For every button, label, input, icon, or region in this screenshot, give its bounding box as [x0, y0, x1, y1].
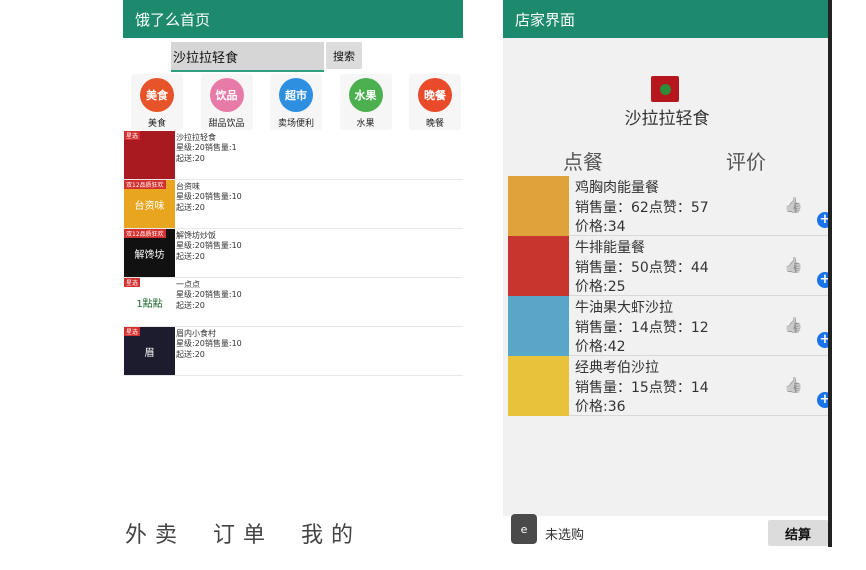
list-item[interactable]: 解馋坊 双12品质狂欢 解馋坊炒饭 星级:20销售量:10 起送:20: [123, 229, 463, 278]
dish-stats: 销售量：14点赞：12: [575, 320, 709, 336]
thumbs-up-icon[interactable]: 👍: [784, 256, 803, 274]
dish-name: 鸡胸肉能量餐: [575, 180, 659, 196]
dish-image: [508, 236, 569, 296]
shop-tag: 星选: [124, 327, 141, 336]
dish-image: [508, 296, 569, 356]
category-item[interactable]: 晚餐 晚餐: [409, 74, 461, 130]
category-icon: 晚餐: [418, 78, 452, 112]
page-title: 饿了么首页: [135, 10, 211, 29]
nav-mine[interactable]: 我的: [301, 517, 361, 547]
category-label: 水果: [356, 119, 375, 129]
shop-tag: 双12品质狂欢: [124, 180, 166, 189]
cart-bar: e 未选购 结算: [503, 514, 831, 547]
shop-min: 起送:20: [176, 154, 205, 163]
shop-tag: 星选: [124, 131, 141, 140]
category-label: 甜品饮品: [208, 119, 245, 129]
nav-takeout[interactable]: 外卖: [125, 517, 185, 547]
dish-price: 价格:36: [575, 399, 626, 415]
dish-price: 价格:25: [575, 279, 626, 295]
shop-stats: 星级:20销售量:10: [176, 339, 242, 348]
shop-stats: 星级:20销售量:10: [176, 192, 242, 201]
cart-icon[interactable]: e: [511, 514, 537, 544]
nav-orders[interactable]: 订单: [213, 517, 273, 547]
dish-item[interactable]: 牛油果大虾沙拉 销售量：14点赞：12 价格:42 👍 +: [508, 296, 831, 356]
shop-tag: 星选: [124, 278, 141, 287]
list-item[interactable]: 台资味 双12品质狂欢 台资味 星级:20销售量:10 起送:20: [123, 180, 463, 229]
dish-price: 价格:42: [575, 339, 626, 355]
shop-stats: 星级:20销售量:1: [176, 143, 237, 152]
device-bezel: [828, 0, 832, 547]
menu-list: 鸡胸肉能量餐 销售量：62点赞：57 价格:34 👍 + 牛排能量餐 销售量：50点赞：44…: [508, 176, 831, 416]
shop-stats: 星级:20销售量:10: [176, 290, 242, 299]
store-name: 沙拉拉轻食: [624, 109, 710, 129]
dish-name: 经典考伯沙拉: [575, 360, 659, 376]
dish-name: 牛油果大虾沙拉: [575, 300, 673, 316]
dish-name: 牛排能量餐: [575, 240, 645, 256]
category-icon: 美食: [140, 78, 174, 112]
shop-min: 起送:20: [176, 252, 205, 261]
dish-image: [508, 176, 569, 236]
store-screen: 店家界面 沙拉拉轻食 点餐 评价 鸡胸肉能量餐销售量：62点赞：57 价格:34 👍…: [503, 0, 831, 547]
list-item[interactable]: 星选 沙拉拉轻食 星级:20销售量:1 起送:20: [123, 131, 463, 180]
category-item[interactable]: 水果 水果: [339, 74, 392, 130]
list-item[interactable]: 1點點 星选 一点点 星级:20销售量:10 起送:20: [123, 278, 463, 327]
dish-price: 价格:34: [575, 219, 626, 235]
dish-image: [508, 356, 569, 416]
category-label: 美食: [147, 119, 166, 129]
category-icon: 饮品: [209, 78, 244, 112]
tab-order[interactable]: 点餐: [563, 146, 603, 175]
shop-stats: 星级:20销售量:10: [176, 241, 242, 250]
shop-min: 起送:20: [176, 301, 205, 310]
checkout-button[interactable]: 结算: [768, 520, 828, 546]
bottom-nav: 外卖 订单 我的: [123, 517, 463, 547]
dish-item[interactable]: 经典考伯沙拉 销售量：15点赞：14 价格:36 👍 +: [508, 356, 831, 416]
thumbs-up-icon[interactable]: 👍: [784, 316, 803, 334]
category-icon: 超市: [279, 78, 313, 112]
search-button[interactable]: 搜索: [326, 42, 362, 69]
shop-min: 起送:20: [176, 203, 205, 212]
dish-stats: 销售量：62点赞：57: [575, 200, 709, 216]
search-bar: 搜索: [171, 42, 362, 72]
cart-status: 未选购: [545, 528, 585, 543]
app-bar: 饿了么首页: [123, 0, 463, 38]
category-label: 卖场便利: [277, 119, 314, 129]
home-screen: 饿了么首页 搜索 美食美食饮品甜品饮品超市卖场便利水果水果晚餐晚餐 星选沙拉拉轻…: [123, 0, 463, 547]
app-bar: 店家界面: [503, 0, 831, 38]
shop-min: 起送:20: [176, 350, 205, 359]
dish-stats: 销售量：15点赞：14: [575, 380, 709, 396]
dish-item[interactable]: 牛排能量餐 销售量：50点赞：44 价格:25 👍 +: [508, 236, 831, 296]
category-bar: 美食 美食 饮品 甜品饮品 超市 卖场便利 水果 水果 晚餐 晚餐: [131, 74, 461, 130]
dish-stats: 销售量：50点赞：44: [575, 260, 709, 276]
search-input[interactable]: [171, 42, 324, 72]
thumbs-up-icon[interactable]: 👍: [784, 376, 803, 394]
category-label: 晚餐: [425, 119, 444, 129]
thumbs-up-icon[interactable]: 👍: [784, 196, 803, 214]
category-icon: 水果: [348, 78, 383, 112]
category-item[interactable]: 超市 卖场便利: [270, 74, 322, 130]
dish-item[interactable]: 鸡胸肉能量餐 销售量：62点赞：57 价格:34 👍 +: [508, 176, 831, 236]
category-item[interactable]: 饮品 甜品饮品: [200, 74, 253, 130]
list-item[interactable]: 眉星选 眉内小食村 星级:20销售量:10 起送:20: [123, 327, 463, 376]
shop-list: 星选 沙拉拉轻食 星级:20销售量:1 起送:20 台资味 双12品质狂欢 台资味 星级:20…: [123, 131, 463, 376]
page-title: 店家界面: [515, 10, 576, 29]
shop-tag: 双12品质狂欢: [124, 229, 166, 238]
store-logo: [651, 76, 679, 102]
category-item[interactable]: 美食 美食: [131, 74, 183, 130]
tab-review[interactable]: 评价: [726, 146, 766, 175]
